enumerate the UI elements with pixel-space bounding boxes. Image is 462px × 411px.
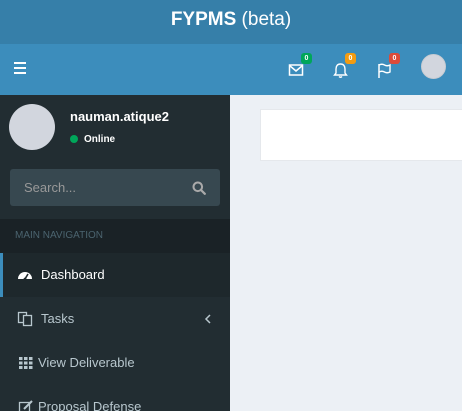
user-name: nauman.atique2 bbox=[70, 109, 169, 124]
bell-icon bbox=[333, 63, 348, 78]
flags-badge: 0 bbox=[389, 53, 400, 64]
sidebar-item-proposal-defense[interactable]: Proposal Defense bbox=[0, 385, 230, 411]
content-box bbox=[260, 109, 462, 161]
envelope-icon bbox=[288, 64, 304, 76]
dashboard-icon bbox=[18, 272, 32, 281]
search-input[interactable] bbox=[10, 169, 185, 206]
search-icon[interactable] bbox=[192, 181, 206, 195]
grid-icon bbox=[19, 357, 33, 369]
sidebar-toggle-button[interactable] bbox=[14, 62, 28, 76]
flags-button[interactable]: 0 bbox=[374, 53, 400, 81]
top-navbar: 0 0 0 bbox=[0, 44, 462, 95]
sidebar-item-label: View Deliverable bbox=[38, 355, 135, 370]
notifications-badge: 0 bbox=[345, 53, 356, 64]
sidebar-item-tasks[interactable]: Tasks bbox=[0, 297, 230, 341]
copy-icon bbox=[17, 311, 33, 327]
user-menu-avatar[interactable] bbox=[421, 54, 446, 79]
edit-icon bbox=[18, 400, 33, 411]
sidebar-item-label: Dashboard bbox=[41, 267, 105, 282]
messages-badge: 0 bbox=[301, 53, 312, 64]
app-logo[interactable]: FYPMS (beta) bbox=[0, 0, 462, 44]
sidebar: nauman.atique2 Online MAIN NAVIGATION Da… bbox=[0, 95, 230, 411]
user-panel: nauman.atique2 Online bbox=[0, 95, 230, 159]
sidebar-item-dashboard[interactable]: Dashboard bbox=[0, 253, 230, 297]
sidebar-item-view-deliverable[interactable]: View Deliverable bbox=[0, 341, 230, 385]
user-status: Online bbox=[70, 134, 115, 145]
online-status-icon bbox=[70, 135, 78, 143]
user-status-label: Online bbox=[84, 134, 116, 145]
app-brand: FYPMS bbox=[170, 9, 237, 30]
notifications-button[interactable]: 0 bbox=[330, 53, 356, 81]
flag-icon bbox=[378, 63, 391, 78]
main-navigation-header: MAIN NAVIGATION bbox=[0, 219, 230, 253]
avatar bbox=[9, 104, 55, 150]
chevron-left-icon bbox=[204, 314, 211, 324]
sidebar-item-label: Proposal Defense bbox=[38, 399, 142, 411]
app-suffix: (beta) bbox=[241, 9, 292, 30]
messages-button[interactable]: 0 bbox=[286, 53, 312, 81]
sidebar-item-label: Tasks bbox=[41, 311, 75, 326]
sidebar-search bbox=[10, 169, 220, 206]
